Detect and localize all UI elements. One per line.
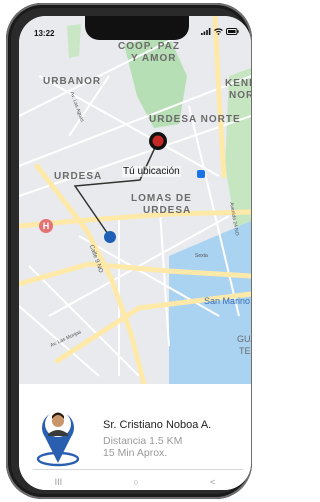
- area-label: GUA: [237, 334, 251, 344]
- status-time: 13:22: [34, 29, 55, 38]
- notch: [85, 16, 189, 40]
- hospital-icon: H: [39, 219, 53, 233]
- nav-bar: III ○ <: [19, 474, 251, 490]
- area-label: URDESA: [143, 205, 192, 216]
- bus-stop-icon: [197, 170, 205, 178]
- home-icon[interactable]: ○: [133, 477, 138, 487]
- area-label: Y AMOR: [131, 53, 177, 64]
- area-label: NOR: [229, 90, 251, 101]
- phone-frame: COOP. PAZ Y AMOR URBANOR KENN NOR URDESA…: [6, 3, 252, 499]
- current-location-label: Tú ubicación: [122, 166, 181, 177]
- app-screen: COOP. PAZ Y AMOR URBANOR KENN NOR URDESA…: [19, 16, 251, 490]
- area-label: TE: [239, 346, 251, 356]
- status-icons: [201, 28, 239, 35]
- recents-icon[interactable]: III: [55, 477, 63, 487]
- area-label: COOP. PAZ: [118, 41, 180, 52]
- area-label: URDESA NORTE: [149, 114, 241, 125]
- driver-pin-avatar: [33, 399, 83, 469]
- driver-marker: [104, 231, 116, 243]
- driver-distance: Distancia 1.5 KM: [103, 435, 183, 447]
- divider: [33, 469, 243, 470]
- area-label: San Marino: [204, 296, 251, 306]
- wifi-icon: [214, 28, 223, 35]
- area-label: LOMAS DE: [131, 193, 192, 204]
- driver-name: Sr. Cristiano Noboa A.: [103, 419, 212, 431]
- battery-icon: [226, 28, 239, 35]
- signal-icon: [201, 28, 211, 35]
- area-label: KENN: [225, 78, 251, 89]
- area-label: URDESA: [54, 171, 103, 182]
- area-label: URBANOR: [43, 76, 102, 87]
- back-icon[interactable]: <: [210, 477, 215, 487]
- driver-eta: 15 Min Aprox.: [103, 447, 168, 459]
- street-label: Sexta: [195, 253, 208, 259]
- map-pin-icon: [36, 411, 80, 467]
